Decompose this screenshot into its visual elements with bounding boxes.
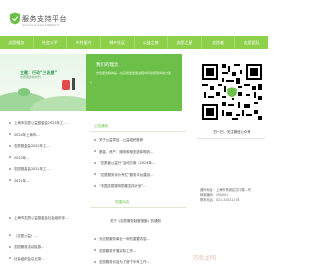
list-item[interactable]: 上海市志愿公益基金会2023年工… xyxy=(9,117,84,129)
left-news-list: 上海市志愿公益基金会2023年工… 2024年上海市… 志愿基金会2022年工…… xyxy=(9,117,84,186)
list-item[interactable]: 2022年… xyxy=(9,152,84,164)
banner-subtitle: 志愿服务新时代 xyxy=(20,75,42,79)
concept-card[interactable]: ‹ 我们的理念 志愿服务精神是…在高质量发展进程中持续贡献青春力量 xyxy=(86,54,182,111)
list-item[interactable]: 关于公益项目…公益组织推荐 xyxy=(94,134,186,146)
list-item[interactable]: “中国志愿服务助推支持计划”… xyxy=(94,180,186,192)
hero-banner[interactable]: 主题：行动“三志愿” 志愿服务新时代 xyxy=(0,54,86,111)
site-brand-en: Service Support Platform xyxy=(22,23,60,27)
contact-phone: 联系电话：021-32021178 xyxy=(200,198,240,202)
arrow-left-icon[interactable]: ‹ xyxy=(90,80,92,86)
list-item[interactable]: 志愿服务月及为了使下半年工作… xyxy=(94,256,186,268)
list-item[interactable]: 2021年… xyxy=(9,175,84,187)
nav-item-5[interactable]: 公益之旅 xyxy=(135,36,169,49)
concept-title: 我们的理念 xyxy=(96,63,119,68)
list-item[interactable]: 上海市志愿公益基金会社会组织评… xyxy=(9,212,84,224)
list-item[interactable]: “志愿者公益行”活动方案（2024年… xyxy=(94,157,186,169)
nav-item-7[interactable]: 志愿者 xyxy=(202,36,236,49)
logo-icon xyxy=(10,12,20,25)
nav-item-6[interactable]: 志愿之星 xyxy=(168,36,202,49)
site-header: 服务支持平台 Service Support Platform xyxy=(0,0,268,36)
list-item[interactable]: “志愿服务评价专栏”服务平台建设… xyxy=(94,169,186,181)
nav-item-4[interactable]: 城乡社区 xyxy=(101,36,135,49)
contact-info: 通讯地址：上海市黄浦区汉口路…号 邮政编码：200001 联系电话：021-32… xyxy=(200,188,264,203)
concept-text: 志愿服务精神是…在高质量发展进程中持续贡献青春力量 xyxy=(96,71,172,75)
qr-code-icon xyxy=(200,62,264,122)
list-item[interactable]: （志愿公益）… xyxy=(9,230,84,242)
list-item[interactable]: 关于《志愿服务制度措施》的通知 xyxy=(110,215,190,227)
list-item[interactable]: 2024年上海市… xyxy=(9,129,84,141)
main-nav: 志愿服务 社会公平 乡村振兴 城乡社区 公益之旅 志愿之星 志愿者 志愿团队 xyxy=(0,36,268,49)
party-list: 关于《志愿服务制度措施》的通知 xyxy=(110,215,190,227)
section-title-party[interactable]: 党建动态 xyxy=(115,200,129,205)
nav-item-1[interactable]: 志愿服务 xyxy=(0,36,34,49)
left-news-list-2: 上海市志愿公益基金会社会组织评… （志愿公益）… 志愿服务活动民族… 社会组织会… xyxy=(9,212,84,264)
list-item[interactable]: 社会组织会议记录… xyxy=(9,253,84,265)
section-title-notices[interactable]: 公告通知 xyxy=(94,124,108,129)
list-item[interactable]: 志愿服务活动民族… xyxy=(9,241,84,253)
nav-item-3[interactable]: 乡村振兴 xyxy=(67,36,101,49)
notice-list: 关于公益项目…公益组织推荐 基金、资产、服务和相关选择规则… “志愿者公益行”活… xyxy=(94,134,186,192)
bottom-middle-list: 为志愿服务事业一年的重要内容… 志愿服务开展实际工作… 志愿服务月及为了使下半年… xyxy=(94,233,186,268)
divider xyxy=(197,138,265,139)
section-divider xyxy=(90,207,186,208)
nav-item-8[interactable]: 志愿团队 xyxy=(235,36,268,49)
list-item[interactable]: 志愿基金会2021年工… xyxy=(9,163,84,175)
list-item[interactable]: 志愿服务开展实际工作… xyxy=(94,245,186,257)
list-item[interactable]: 基金、资产、服务和相关选择规则… xyxy=(94,146,186,158)
watermark-text: 河南龙网 xyxy=(192,255,217,262)
list-item[interactable]: 志愿基金会2022年工… xyxy=(9,140,84,152)
qr-caption: 扫一扫，关注微信公众号 xyxy=(213,130,251,134)
nav-item-2[interactable]: 社会公平 xyxy=(34,36,68,49)
list-item[interactable]: 为志愿服务事业一年的重要内容… xyxy=(94,233,186,245)
section-divider xyxy=(90,131,186,132)
